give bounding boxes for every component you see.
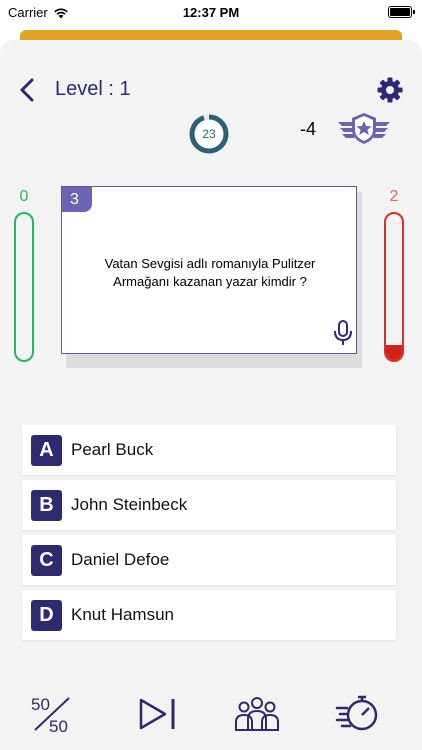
- rank-badge-icon: [338, 113, 390, 144]
- answer-text: John Steinbeck: [71, 495, 188, 514]
- question-number: 3: [62, 187, 92, 212]
- time-extend-icon[interactable]: [334, 690, 384, 736]
- answer-letter: B: [31, 489, 62, 521]
- answer-option-a[interactable]: A Pearl Buck: [22, 425, 396, 475]
- answer-letter: A: [31, 434, 62, 466]
- question-card: 3 Vatan Sevgisi adlı romanıyla Pulitzer …: [61, 186, 357, 354]
- answer-option-b[interactable]: B John Steinbeck: [22, 480, 396, 530]
- question-text: Vatan Sevgisi adlı romanıyla Pulitzer Ar…: [104, 256, 316, 289]
- answer-letter: C: [31, 544, 62, 576]
- joker-toolbar: 50 50: [0, 690, 422, 740]
- fifty-fifty-icon[interactable]: 50 50: [27, 690, 77, 736]
- answer-text: Knut Hamsun: [71, 605, 174, 624]
- answer-text: Pearl Buck: [71, 440, 154, 459]
- clock: 12:37 PM: [182, 5, 240, 20]
- timer-value: 23: [202, 127, 216, 141]
- correct-meter: [14, 212, 34, 362]
- skip-icon[interactable]: [132, 690, 182, 736]
- settings-gear-icon[interactable]: [376, 76, 404, 104]
- answer-list: A Pearl Buck B John Steinbeck C Daniel D…: [22, 425, 396, 645]
- status-bar: Carrier 12:37 PM: [0, 0, 422, 26]
- wrong-meter: [384, 212, 404, 362]
- level-title: Level : 1: [55, 78, 131, 100]
- battery-icon: [388, 6, 415, 18]
- fifty-bottom-label: 50: [49, 717, 68, 736]
- score-delta: -4: [300, 119, 317, 139]
- wrong-meter-fill: [386, 345, 402, 360]
- audience-icon[interactable]: [232, 690, 282, 736]
- wrong-count: 2: [389, 188, 399, 205]
- answer-option-d[interactable]: D Knut Hamsun: [22, 590, 396, 640]
- fifty-top-label: 50: [31, 695, 50, 714]
- back-button[interactable]: [16, 77, 38, 103]
- answer-letter: D: [31, 599, 62, 631]
- answer-text: Daniel Defoe: [71, 550, 170, 569]
- correct-count: 0: [19, 188, 29, 205]
- answer-option-c[interactable]: C Daniel Defoe: [22, 535, 396, 585]
- microphone-icon[interactable]: [332, 319, 354, 347]
